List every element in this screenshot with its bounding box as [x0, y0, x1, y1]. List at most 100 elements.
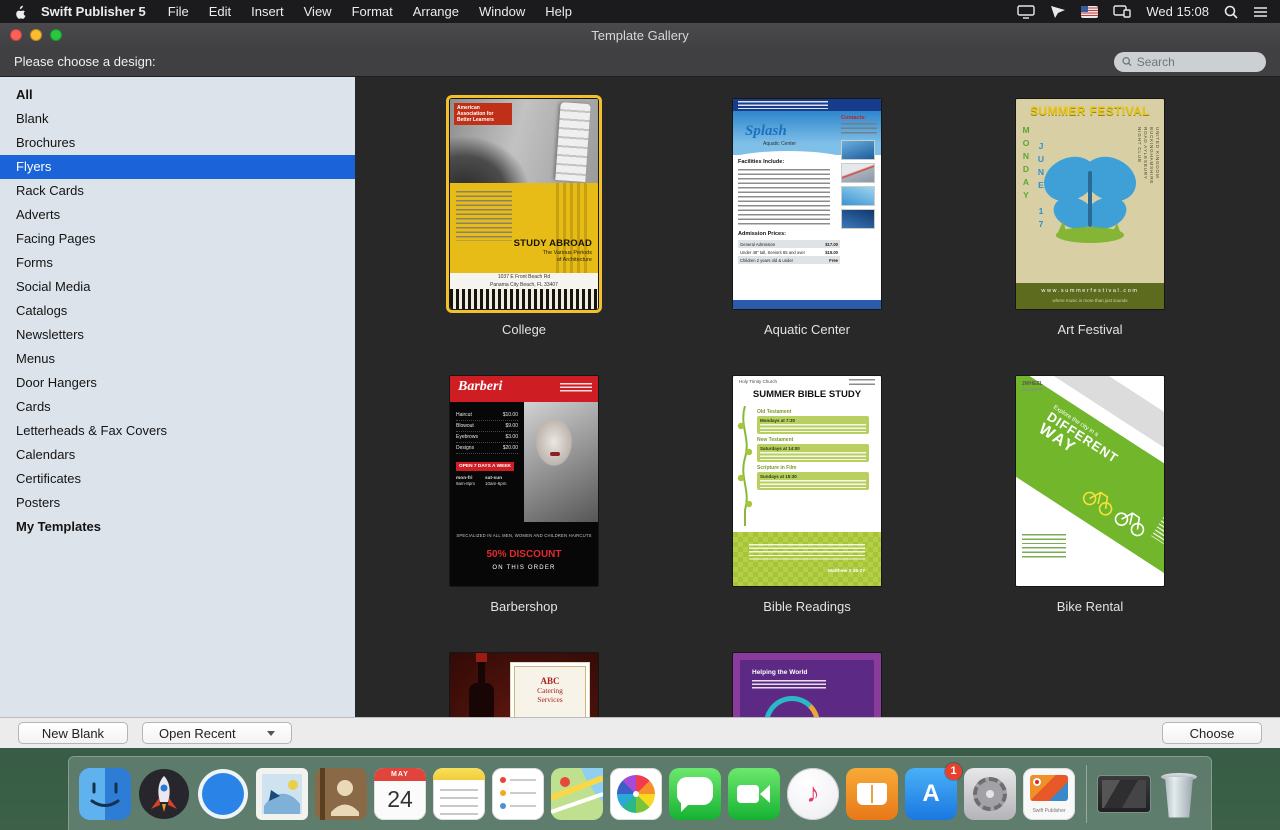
sidebar-item-calendars[interactable]: Calendars [0, 443, 355, 467]
decor [841, 123, 877, 136]
sidecar-icon[interactable] [1113, 5, 1131, 18]
dock-swift-publisher-icon[interactable]: Swift Publisher [1023, 768, 1075, 820]
dock-app-store-icon[interactable]: A 1 [905, 768, 957, 820]
sidebar-item-blank[interactable]: Blank [0, 107, 355, 131]
sidebar-item-newsletters[interactable]: Newsletters [0, 323, 355, 347]
sidebar-item-menus[interactable]: Menus [0, 347, 355, 371]
menu-view[interactable]: View [294, 4, 342, 19]
dock-books-icon[interactable] [846, 768, 898, 820]
section-time: Saturdays at 14:00 [760, 446, 866, 451]
menu-edit[interactable]: Edit [199, 4, 241, 19]
window-title: Template Gallery [591, 28, 689, 43]
menu-arrange[interactable]: Arrange [403, 4, 469, 19]
sidebar-item-rack-cards[interactable]: Rack Cards [0, 179, 355, 203]
search-input[interactable] [1137, 55, 1258, 69]
window-content: All Blank Brochures Flyers Rack Cards Ad… [0, 77, 1280, 717]
sidebar-item-social-media[interactable]: Social Media [0, 275, 355, 299]
airplay-icon[interactable] [1050, 5, 1066, 19]
dock-finder-icon[interactable] [79, 768, 131, 820]
title-bar[interactable]: Template Gallery [0, 23, 1280, 47]
charity-thumbnail[interactable]: Helping the World [733, 653, 881, 717]
choose-button[interactable]: Choose [1162, 722, 1262, 744]
template-art-festival[interactable]: SUMMER FESTIVAL MONDAY JUNE 17 NIGHT CLU… [1016, 99, 1164, 337]
photo-thumbnail [841, 140, 875, 160]
menu-help[interactable]: Help [535, 4, 582, 19]
menu-window[interactable]: Window [469, 4, 535, 19]
search-field[interactable] [1114, 52, 1266, 72]
close-button[interactable] [10, 29, 22, 41]
sidebar-item-posters[interactable]: Posters [0, 491, 355, 515]
menu-insert[interactable]: Insert [241, 4, 294, 19]
decor [500, 790, 536, 796]
template-charity[interactable]: Helping the World [733, 653, 881, 717]
template-barbershop[interactable]: Barberi Haircut$10.00 Blowout$9.00 Eyebr… [450, 376, 598, 614]
dock-photos-icon[interactable] [610, 768, 662, 820]
menu-bar-clock[interactable]: Wed 15:08 [1146, 4, 1209, 19]
sidebar-item-flyers[interactable]: Flyers [0, 155, 355, 179]
bike-thumbnail[interactable]: Explore the city in a DIFFERENT WAY [1016, 376, 1164, 586]
sidebar-item-catalogs[interactable]: Catalogs [0, 299, 355, 323]
template-row: American Association for Better Learners… [450, 99, 1280, 337]
dock-contacts-icon[interactable] [315, 768, 367, 820]
menu-format[interactable]: Format [342, 4, 403, 19]
open-recent-dropdown[interactable]: Open Recent [142, 722, 292, 744]
dock-reminders-icon[interactable] [492, 768, 544, 820]
map-icon [551, 768, 603, 820]
aquatic-thumbnail[interactable]: Splash Aquatic Center Contacts: Faciliti… [733, 99, 881, 309]
dock-trash-icon[interactable] [1157, 768, 1201, 820]
college-thumbnail[interactable]: American Association for Better Learners… [450, 99, 598, 309]
keyboard-layout-icon[interactable] [1081, 6, 1098, 18]
app-menu-title[interactable]: Swift Publisher 5 [37, 4, 158, 19]
sidebar-item-door-hangers[interactable]: Door Hangers [0, 371, 355, 395]
sidebar-item-brochures[interactable]: Brochures [0, 131, 355, 155]
decor [738, 169, 830, 227]
dock-system-preferences-icon[interactable] [964, 768, 1016, 820]
music-note-icon: ♪ [806, 778, 820, 809]
art-festival-thumbnail[interactable]: SUMMER FESTIVAL MONDAY JUNE 17 NIGHT CLU… [1016, 99, 1164, 309]
sidebar-item-all[interactable]: All [0, 83, 355, 107]
dock-facetime-icon[interactable] [728, 768, 780, 820]
dock-launchpad-icon[interactable] [138, 768, 190, 820]
dock-messages-icon[interactable] [669, 768, 721, 820]
dock-itunes-icon[interactable]: ♪ [787, 768, 839, 820]
dock-maps-icon[interactable] [551, 768, 603, 820]
template-row: ABC Catering Services Helping the World [450, 653, 1280, 717]
sidebar-item-my-templates[interactable]: My Templates [0, 515, 355, 539]
menu-file[interactable]: File [158, 4, 199, 19]
spotlight-icon[interactable] [1224, 5, 1238, 19]
new-blank-button[interactable]: New Blank [18, 722, 128, 744]
service-row: Haircut$10.00 [456, 410, 518, 421]
display-icon[interactable] [1017, 5, 1035, 19]
college-org: American Association for Better Learners [454, 103, 512, 125]
decor [749, 544, 865, 560]
sidebar-item-forms[interactable]: Forms [0, 251, 355, 275]
sidebar-item-adverts[interactable]: Adverts [0, 203, 355, 227]
template-college[interactable]: American Association for Better Learners… [450, 99, 598, 337]
sidebar-item-certificates[interactable]: Certificates [0, 467, 355, 491]
dock-mail-icon[interactable] [256, 768, 308, 820]
dock-notes-icon[interactable] [433, 768, 485, 820]
apple-menu[interactable] [0, 4, 37, 19]
barbershop-thumbnail[interactable]: Barberi Haircut$10.00 Blowout$9.00 Eyebr… [450, 376, 598, 586]
dock: MAY 24 [68, 756, 1212, 830]
template-label: Aquatic Center [764, 322, 850, 337]
dock-minimized-window[interactable] [1098, 776, 1150, 812]
dock-calendar-icon[interactable]: MAY 24 [374, 768, 426, 820]
hours: 10am-6pm [485, 481, 507, 486]
template-aquatic-center[interactable]: Splash Aquatic Center Contacts: Faciliti… [733, 99, 881, 337]
sidebar-item-facing-pages[interactable]: Facing Pages [0, 227, 355, 251]
notification-center-icon[interactable] [1253, 6, 1268, 18]
hours-col: sat-sun10am-6pm [485, 476, 507, 486]
template-bike-rental[interactable]: Explore the city in a DIFFERENT WAY [1016, 376, 1164, 614]
catering-thumbnail[interactable]: ABC Catering Services [450, 653, 598, 717]
minimize-button[interactable] [30, 29, 42, 41]
bible-thumbnail[interactable]: Holy Trinity Church SUMMER BIBLE STUDY O… [733, 376, 881, 586]
sidebar-item-cards[interactable]: Cards [0, 395, 355, 419]
dock-safari-icon[interactable] [197, 768, 249, 820]
sidebar-item-letterheads[interactable]: Letterheads & Fax Covers [0, 419, 355, 443]
template-bible-readings[interactable]: Holy Trinity Church SUMMER BIBLE STUDY O… [733, 376, 881, 614]
decor [500, 777, 506, 783]
template-catering[interactable]: ABC Catering Services [450, 653, 598, 717]
decor [536, 418, 572, 466]
zoom-button[interactable] [50, 29, 62, 41]
